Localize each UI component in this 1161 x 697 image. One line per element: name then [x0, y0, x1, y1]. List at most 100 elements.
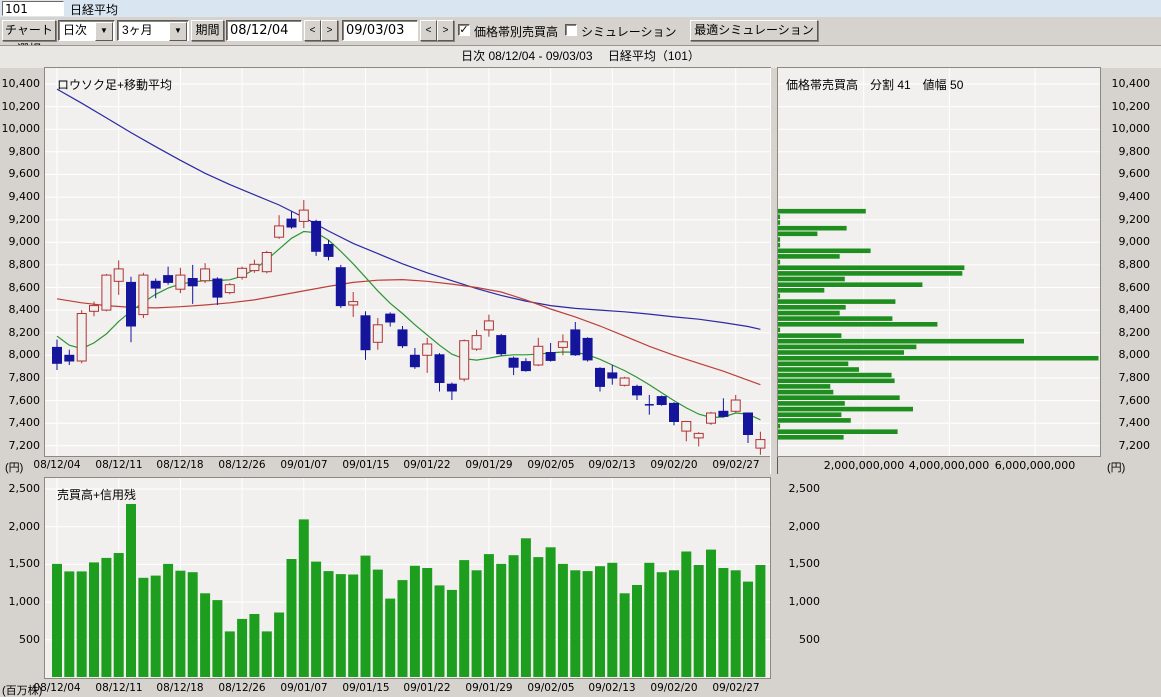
- volume-axis-label: 2,000: [8, 520, 41, 533]
- panel-splitter[interactable]: [770, 68, 778, 474]
- date-axis-label-volume: 08/12/26: [218, 682, 266, 694]
- price-axis-label-right: 8,400: [1118, 303, 1151, 316]
- date-to-next-button[interactable]: >: [437, 20, 454, 41]
- price-axis-label-right: 7,200: [1118, 439, 1151, 452]
- volume-axis-label: 1,500: [8, 557, 41, 570]
- date-from-prev-button[interactable]: <: [304, 20, 321, 41]
- date-axis-label-volume: 09/01/07: [280, 682, 328, 694]
- price-axis-label: 9,200: [8, 213, 41, 226]
- price-axis-label-right: 10,200: [1111, 100, 1151, 113]
- main-yaxis-unit: (円): [5, 462, 24, 474]
- price-axis-label: 10,000: [1, 122, 41, 135]
- volume-axis-label-right: 1,500: [788, 557, 821, 570]
- top-strip: 日経平均: [0, 0, 1161, 17]
- date-axis-label-volume: 09/02/20: [650, 682, 698, 694]
- pbv-xaxis-unit: (円): [1107, 462, 1126, 474]
- price-axis-label-right: 9,400: [1118, 190, 1151, 203]
- date-axis-label: 08/12/18: [156, 459, 204, 471]
- date-axis-label-volume: 08/12/04: [33, 682, 81, 694]
- date-to-prev-button[interactable]: <: [420, 20, 437, 41]
- candlestick-svg: [45, 68, 770, 456]
- volume-chart[interactable]: [44, 477, 771, 679]
- date-from-next-button[interactable]: >: [321, 20, 338, 41]
- price-axis-label-right: 8,600: [1118, 281, 1151, 294]
- price-axis-label: 7,200: [8, 439, 41, 452]
- pbv-checkbox[interactable]: ✓: [458, 24, 470, 36]
- date-axis-label-volume: 09/02/27: [712, 682, 760, 694]
- period-type-value: 日次: [63, 23, 88, 37]
- date-axis-label: 09/01/07: [280, 459, 328, 471]
- price-axis-label-right: 10,000: [1111, 122, 1151, 135]
- price-axis-label-right: 10,400: [1111, 77, 1151, 90]
- price-by-volume-title: 価格帯売買高 分割 41 値幅 50: [786, 78, 964, 92]
- price-axis-label-right: 9,200: [1118, 213, 1151, 226]
- price-axis-label: 7,800: [8, 371, 41, 384]
- date-axis-label-volume: 09/01/22: [403, 682, 451, 694]
- candlestick-chart-title: ロウソク足+移動平均: [57, 78, 173, 92]
- volume-axis-label-right: 2,500: [788, 482, 821, 495]
- price-axis-label: 8,600: [8, 281, 41, 294]
- date-axis-label: 09/02/27: [712, 459, 760, 471]
- pbv-axis-label: 6,000,000,000: [994, 459, 1076, 472]
- date-axis-label-volume: 09/01/15: [342, 682, 390, 694]
- date-axis-label-volume: 08/12/18: [156, 682, 204, 694]
- date-axis-label-volume: 09/02/05: [527, 682, 575, 694]
- simulation-checkbox-label: シミュレーション: [581, 25, 677, 39]
- security-code-input[interactable]: [2, 1, 64, 16]
- price-axis-label-right: 9,800: [1118, 145, 1151, 158]
- date-axis-label-volume: 09/02/13: [588, 682, 636, 694]
- price-axis-label: 9,600: [8, 167, 41, 180]
- chevron-down-icon[interactable]: ▼: [169, 22, 187, 41]
- price-axis-label: 9,800: [8, 145, 41, 158]
- chart-range-header: 日次 08/12/04 - 09/03/03 日経平均（101）: [0, 45, 1161, 68]
- volume-axis-label-right: 2,000: [788, 520, 821, 533]
- date-axis-label: 09/01/29: [465, 459, 513, 471]
- range-button[interactable]: 期間: [191, 20, 224, 41]
- date-axis-label-volume: 09/01/29: [465, 682, 513, 694]
- price-axis-label-right: 9,600: [1118, 167, 1151, 180]
- price-axis-label-right: 7,600: [1118, 394, 1151, 407]
- span-dropdown[interactable]: 3ヶ月 ▼: [117, 20, 189, 41]
- date-axis-label: 09/01/22: [403, 459, 451, 471]
- pbv-axis-label: 4,000,000,000: [908, 459, 990, 472]
- candlestick-chart[interactable]: [44, 67, 771, 457]
- optimal-simulation-button[interactable]: 最適シミュレーション: [690, 20, 818, 41]
- volume-axis-label: 500: [19, 633, 40, 646]
- chart-select-button[interactable]: チャート選択: [2, 20, 56, 56]
- volume-svg: [45, 478, 770, 678]
- security-name-label: 日経平均: [70, 3, 119, 17]
- date-axis-label: 09/02/13: [588, 459, 636, 471]
- volume-axis-label: 2,500: [8, 482, 41, 495]
- toolbar: チャート選択 日次 ▼ 3ヶ月 ▼ 期間 < > < > ✓ 価格帯別売買高 シ…: [0, 17, 1161, 56]
- date-to-input[interactable]: [342, 20, 418, 41]
- pbv-checkbox-label: 価格帯別売買高: [474, 25, 559, 39]
- date-axis-label: 09/01/15: [342, 459, 390, 471]
- volume-axis-label-right: 1,000: [788, 595, 821, 608]
- price-axis-label-right: 8,800: [1118, 258, 1151, 271]
- date-axis-label: 08/12/11: [95, 459, 143, 471]
- price-axis-label: 8,400: [8, 303, 41, 316]
- price-axis-label-right: 8,200: [1118, 326, 1151, 339]
- price-axis-label-right: 7,400: [1118, 416, 1151, 429]
- date-from-input[interactable]: [226, 20, 302, 41]
- chart-application-window: 日経平均 チャート選択 日次 ▼ 3ヶ月 ▼ 期間 < > < > ✓ 価格帯別…: [0, 0, 1161, 697]
- price-axis-label-right: 9,000: [1118, 235, 1151, 248]
- period-type-dropdown[interactable]: 日次 ▼: [58, 20, 115, 41]
- price-axis-label-right: 8,000: [1118, 348, 1151, 361]
- price-axis-label: 7,600: [8, 394, 41, 407]
- volume-axis-label: 1,000: [8, 595, 41, 608]
- price-axis-label: 8,800: [8, 258, 41, 271]
- price-axis-label-right: 7,800: [1118, 371, 1151, 384]
- date-axis-label: 09/02/20: [650, 459, 698, 471]
- price-axis-label: 8,200: [8, 326, 41, 339]
- price-axis-label: 8,000: [8, 348, 41, 361]
- chevron-down-icon[interactable]: ▼: [95, 22, 113, 41]
- price-axis-label: 9,000: [8, 235, 41, 248]
- date-axis-label: 08/12/26: [218, 459, 266, 471]
- price-axis-label: 9,400: [8, 190, 41, 203]
- date-axis-label-volume: 08/12/11: [95, 682, 143, 694]
- span-value: 3ヶ月: [122, 23, 153, 37]
- simulation-checkbox[interactable]: [565, 24, 577, 36]
- price-by-volume-chart[interactable]: [777, 67, 1101, 457]
- volume-axis-label-right: 500: [799, 633, 820, 646]
